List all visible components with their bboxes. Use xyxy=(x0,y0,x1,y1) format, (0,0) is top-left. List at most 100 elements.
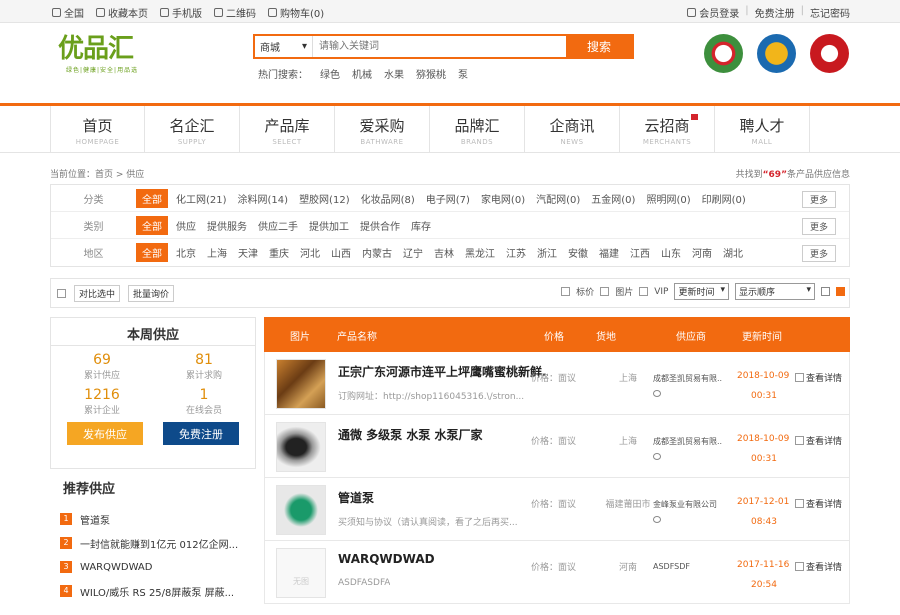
grid-view-icon[interactable] xyxy=(836,287,845,296)
view-details[interactable]: 查看详情 xyxy=(795,371,842,384)
filter-option[interactable]: 化妆品网(8) xyxy=(361,191,415,206)
filter-option[interactable]: 吉林 xyxy=(434,245,454,260)
mobile-link[interactable]: 手机版 xyxy=(160,5,202,20)
filter-option[interactable]: 供应二手 xyxy=(258,218,298,233)
select-all-checkbox[interactable] xyxy=(57,288,66,298)
filter-option[interactable]: 福建 xyxy=(599,245,619,260)
nav-item-jobs[interactable]: 聘人才 MALL xyxy=(715,106,810,153)
batch-inquiry-button[interactable]: 批量询价 xyxy=(128,284,175,302)
filter-option[interactable]: 化工网(21) xyxy=(176,191,227,206)
filter-option[interactable]: 江西 xyxy=(630,245,650,260)
filter-option[interactable]: 山东 xyxy=(661,245,681,260)
list-item[interactable]: 4 WILO/威乐 RS 25/8屏蔽泵 屏蔽... xyxy=(50,579,256,603)
search-input[interactable] xyxy=(313,36,566,57)
publish-supply-button[interactable]: 发布供应 xyxy=(67,422,143,445)
hot-search-item[interactable]: 机械 xyxy=(352,66,372,81)
image-checkbox[interactable] xyxy=(600,287,610,296)
filter-option[interactable]: 塑胶网(12) xyxy=(299,191,350,206)
filter-option[interactable]: 涂料网(14) xyxy=(238,191,289,206)
filter-option[interactable]: 印刷网(0) xyxy=(702,191,746,206)
supplier-link[interactable]: 成都圣凯贸易有限... xyxy=(653,436,723,447)
filter-option[interactable]: 五金网(0) xyxy=(591,191,635,206)
filter-all-button[interactable]: 全部 xyxy=(136,188,168,208)
filter-all-button[interactable]: 全部 xyxy=(136,215,168,235)
list-item[interactable]: 1 管道泵 xyxy=(50,507,256,531)
details-checkbox[interactable] xyxy=(795,499,804,508)
supplier-link[interactable]: 成都圣凯贸易有限... xyxy=(653,373,723,384)
filter-option[interactable]: 辽宁 xyxy=(403,245,423,260)
filter-more-button[interactable]: 更多 xyxy=(801,191,836,208)
product-thumbnail[interactable] xyxy=(276,359,326,409)
view-details[interactable]: 查看详情 xyxy=(795,560,842,573)
view-details[interactable]: 查看详情 xyxy=(795,497,842,510)
nav-item-products[interactable]: 产品库 SELECT xyxy=(240,106,335,153)
nav-item-brands[interactable]: 品牌汇 BRANDS xyxy=(430,106,525,153)
nav-item-merchants[interactable]: 云招商 MERCHANTS xyxy=(620,106,715,153)
hot-search-item[interactable]: 猕猴桃 xyxy=(416,66,446,81)
filter-option[interactable]: 汽配网(0) xyxy=(536,191,580,206)
filter-more-button[interactable]: 更多 xyxy=(801,245,836,262)
supplier-link[interactable]: ASDFSDF xyxy=(653,562,690,571)
filter-more-button[interactable]: 更多 xyxy=(801,218,836,235)
nav-item-news[interactable]: 企商讯 NEWS xyxy=(525,106,620,153)
chat-icon[interactable] xyxy=(653,453,661,460)
sort-time-select[interactable]: 更新时间 ▾ xyxy=(674,283,729,300)
filter-option[interactable]: 家电网(0) xyxy=(481,191,525,206)
list-view-icon[interactable] xyxy=(821,287,830,296)
bookmark-link[interactable]: 收藏本页 xyxy=(96,5,148,20)
filter-option[interactable]: 浙江 xyxy=(537,245,557,260)
filter-option[interactable]: 供应 xyxy=(176,218,196,233)
product-name-link[interactable]: WARQWDWAD xyxy=(338,552,435,566)
filter-option[interactable]: 江苏 xyxy=(506,245,526,260)
filter-option[interactable]: 河南 xyxy=(692,245,712,260)
filter-option[interactable]: 安徽 xyxy=(568,245,588,260)
view-details[interactable]: 查看详情 xyxy=(795,434,842,447)
region-link[interactable]: 全国 xyxy=(52,5,84,20)
product-name-link[interactable]: 正宗广东河源市连平上坪鹰嘴蜜桃新鲜... xyxy=(338,363,548,380)
forgot-password-link[interactable]: 忘记密码 xyxy=(810,5,850,20)
filter-option[interactable]: 上海 xyxy=(207,245,227,260)
filter-option[interactable]: 内蒙古 xyxy=(362,245,392,260)
list-item[interactable]: 2 一封信就能赚到1亿元 012亿企网... xyxy=(50,531,256,555)
hot-search-item[interactable]: 绿色 xyxy=(320,66,340,81)
filter-option[interactable]: 天津 xyxy=(238,245,258,260)
hot-search-item[interactable]: 泵 xyxy=(458,66,468,81)
search-button[interactable]: 搜索 xyxy=(566,36,632,57)
filter-option[interactable]: 湖北 xyxy=(723,245,743,260)
filter-option[interactable]: 黑龙江 xyxy=(465,245,495,260)
filter-option[interactable]: 电子网(7) xyxy=(426,191,470,206)
nav-item-purchase[interactable]: 爱采购 BATHWARE xyxy=(335,106,430,153)
cart-link[interactable]: 购物车(0) xyxy=(268,5,324,20)
search-category-select[interactable]: 商城 ▾ xyxy=(255,36,313,57)
filter-option[interactable]: 山西 xyxy=(331,245,351,260)
filter-option[interactable]: 提供服务 xyxy=(207,218,247,233)
price-checkbox[interactable] xyxy=(561,287,571,296)
filter-option[interactable]: 重庆 xyxy=(269,245,289,260)
filter-option[interactable]: 提供加工 xyxy=(309,218,349,233)
nav-item-home[interactable]: 首页 HOMEPAGE xyxy=(50,106,145,153)
supplier-link[interactable]: 金峰泵业有限公司 xyxy=(653,499,717,510)
site-logo[interactable]: 优品汇 绿色|健康|安全|用品选 xyxy=(58,36,170,76)
details-checkbox[interactable] xyxy=(795,436,804,445)
chat-icon[interactable] xyxy=(653,516,661,523)
compare-button[interactable]: 对比选中 xyxy=(74,284,121,302)
product-thumbnail[interactable] xyxy=(276,422,326,472)
product-name-link[interactable]: 管道泵 xyxy=(338,489,374,506)
product-name-link[interactable]: 通微 多级泵 水泵 水泵厂家 xyxy=(338,426,483,443)
filter-option[interactable]: 库存 xyxy=(411,218,431,233)
nav-item-supply[interactable]: 名企汇 SUPPLY xyxy=(145,106,240,153)
filter-option[interactable]: 照明网(0) xyxy=(646,191,690,206)
sort-order-select[interactable]: 显示顺序 ▾ xyxy=(735,283,815,300)
hot-search-item[interactable]: 水果 xyxy=(384,66,404,81)
filter-option[interactable]: 河北 xyxy=(300,245,320,260)
vip-checkbox[interactable] xyxy=(639,287,649,296)
register-link[interactable]: 免费注册 xyxy=(755,5,795,20)
filter-all-button[interactable]: 全部 xyxy=(136,243,168,262)
product-thumbnail[interactable] xyxy=(276,485,326,535)
list-item[interactable]: 3 WARQWDWAD xyxy=(50,555,256,579)
chat-icon[interactable] xyxy=(653,390,661,397)
filter-option[interactable]: 北京 xyxy=(176,245,196,260)
details-checkbox[interactable] xyxy=(795,562,804,571)
free-register-button[interactable]: 免费注册 xyxy=(163,422,239,445)
filter-option[interactable]: 提供合作 xyxy=(360,218,400,233)
